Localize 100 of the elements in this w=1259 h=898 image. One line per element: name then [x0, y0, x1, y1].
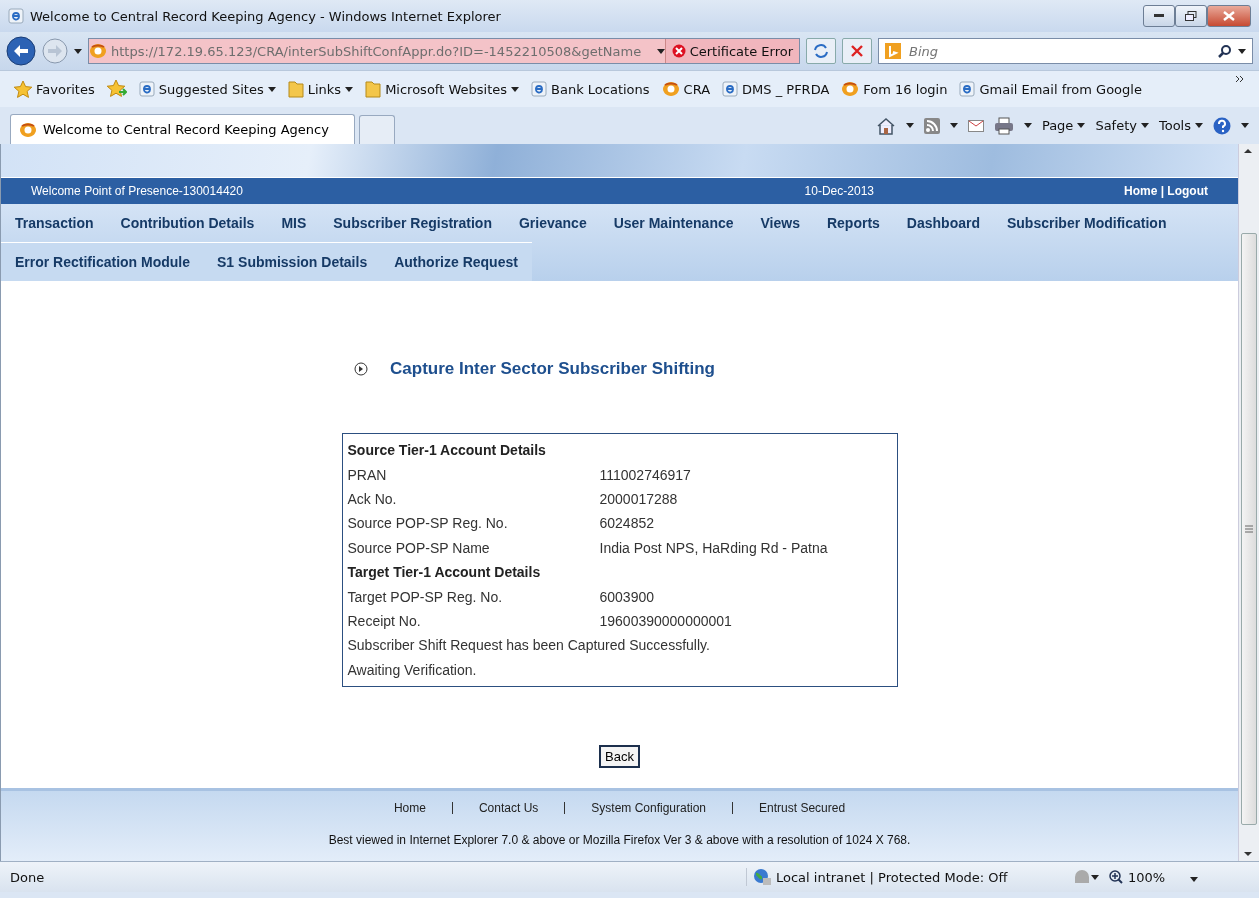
- menu-item[interactable]: Views: [760, 215, 800, 231]
- refresh-button[interactable]: [806, 38, 836, 64]
- command-menu[interactable]: Safety: [1095, 118, 1149, 133]
- bing-icon: [885, 43, 901, 59]
- search-input[interactable]: Bing: [907, 42, 1212, 60]
- home-icon[interactable]: [875, 116, 896, 135]
- menu-item[interactable]: User Maintenance: [613, 215, 734, 231]
- minimize-button[interactable]: [1143, 5, 1175, 27]
- zoom-icon: [1109, 870, 1123, 884]
- menu-item[interactable]: Contribution Details: [120, 215, 255, 231]
- favorites-link[interactable]: CRA: [661, 81, 711, 97]
- back-button[interactable]: Back: [599, 744, 640, 768]
- caret-icon[interactable]: [905, 123, 914, 128]
- printer-icon[interactable]: [993, 116, 1014, 135]
- window-title: Welcome to Central Record Keeping Agency - Windows Internet Explorer: [30, 8, 502, 24]
- menu-item[interactable]: Dashboard: [906, 215, 980, 231]
- favorites-link[interactable]: Favorites: [14, 80, 95, 98]
- caret-icon[interactable]: [511, 86, 519, 92]
- search-box[interactable]: Bing: [878, 38, 1253, 64]
- caret-icon[interactable]: [1140, 123, 1149, 128]
- caret-icon[interactable]: [656, 48, 665, 54]
- refresh-icon: [813, 44, 829, 58]
- menu-item[interactable]: Authorize Request: [394, 254, 518, 270]
- folder-icon: [365, 80, 382, 98]
- status-message: Awaiting Verification.: [347, 661, 477, 678]
- field-value: 6003900: [599, 588, 654, 605]
- restore-icon: [1185, 11, 1197, 21]
- ie-icon: [8, 8, 24, 24]
- menu-item[interactable]: Reports: [826, 215, 880, 231]
- stop-icon: [851, 45, 863, 57]
- field-label: Source POP-SP Reg. No.: [347, 515, 509, 532]
- mail-icon[interactable]: [967, 119, 984, 132]
- site-icon: [19, 121, 37, 138]
- caret-icon[interactable]: [1195, 123, 1203, 128]
- status-text: Done: [9, 869, 46, 885]
- caret-icon[interactable]: [1023, 123, 1032, 128]
- caret-icon[interactable]: [1077, 123, 1086, 128]
- favorites-link[interactable]: Suggested Sites: [138, 81, 276, 97]
- caret-icon[interactable]: [1091, 874, 1099, 880]
- feed-icon[interactable]: [923, 117, 940, 134]
- welcome-text: Welcome Point of Presence-130014420: [31, 184, 244, 198]
- caret-icon[interactable]: [949, 123, 958, 128]
- footer-link[interactable]: Entrust Secured: [759, 801, 846, 815]
- stop-button[interactable]: [842, 38, 872, 64]
- section-title: Target Tier-1 Account Details: [347, 564, 541, 581]
- site-icon: [661, 81, 680, 97]
- footer-link[interactable]: Home: [393, 801, 426, 815]
- ie-icon: [531, 81, 547, 97]
- footer-link[interactable]: System Configuration: [591, 801, 707, 815]
- add-favorite-icon[interactable]: [106, 80, 127, 98]
- field-value: 111002746917: [599, 466, 691, 483]
- close-button[interactable]: [1207, 5, 1251, 27]
- arrow-circle-icon: [354, 362, 368, 376]
- section-title: Source Tier-1 Account Details: [347, 442, 546, 459]
- star-icon: [14, 80, 32, 98]
- caret-icon[interactable]: [1190, 876, 1199, 882]
- field-value: 19600390000000001: [599, 612, 732, 629]
- status-message: Subscriber Shift Request has been Captured Successfully.: [347, 637, 710, 654]
- globe-icon: [753, 868, 771, 886]
- command-menu[interactable]: Page: [1041, 118, 1086, 133]
- favorites-link[interactable]: Fom 16 login: [841, 81, 948, 97]
- grip-icon: [1245, 525, 1253, 533]
- favorites-link[interactable]: DMS _ PFRDA: [722, 81, 830, 97]
- restore-button[interactable]: [1175, 5, 1207, 27]
- home-logout-links[interactable]: Home | Logout: [1124, 184, 1208, 198]
- menu-item[interactable]: Error Rectification Module: [15, 254, 191, 270]
- chevron-icon[interactable]: [1235, 75, 1245, 85]
- menu-item[interactable]: Subscriber Registration: [333, 215, 492, 231]
- site-icon: [841, 81, 860, 97]
- address-field[interactable]: https://172.19.65.123/CRA/interSubShiftConfAppr.do?ID=-1452210508&getName Certificate Error: [88, 38, 800, 64]
- zoom-control[interactable]: 100%: [1099, 869, 1259, 885]
- menu-item[interactable]: S1 Submission Details: [217, 254, 368, 270]
- date-text: 10-Dec-2013: [804, 184, 874, 198]
- caret-icon[interactable]: [74, 48, 82, 54]
- favorites-link[interactable]: Bank Locations: [531, 81, 650, 97]
- menu-item[interactable]: Grievance: [518, 215, 587, 231]
- browser-tab[interactable]: Welcome to Central Record Keeping Agency: [10, 114, 355, 144]
- menu-item[interactable]: Transaction: [15, 215, 94, 231]
- caret-icon[interactable]: [345, 86, 354, 92]
- favorites-link[interactable]: Microsoft Websites: [365, 80, 519, 98]
- caret-icon[interactable]: [267, 86, 276, 92]
- favorites-link[interactable]: Gmail Email from Google: [959, 81, 1142, 97]
- menu-item[interactable]: Subscriber Modification: [1007, 215, 1167, 231]
- caret-icon[interactable]: [1241, 123, 1249, 128]
- scrollbar[interactable]: [1238, 144, 1259, 861]
- search-icon[interactable]: [1218, 44, 1232, 58]
- certificate-error-button[interactable]: Certificate Error: [664, 39, 799, 63]
- ie-icon: [722, 81, 739, 97]
- field-label: Target POP-SP Reg. No.: [347, 588, 504, 605]
- field-label: PRAN: [347, 466, 388, 483]
- menu-item[interactable]: MIS: [281, 215, 307, 231]
- field-label: Source POP-SP Name: [347, 539, 491, 556]
- footer-link[interactable]: Contact Us: [478, 801, 539, 815]
- field-label: Ack No.: [347, 490, 398, 507]
- page-heading: Capture Inter Sector Subscriber Shifting: [390, 359, 715, 379]
- back-icon[interactable]: [6, 36, 36, 66]
- favorites-link[interactable]: Links: [287, 80, 354, 98]
- help-icon[interactable]: [1213, 116, 1231, 135]
- caret-icon[interactable]: [1238, 48, 1246, 54]
- command-menu[interactable]: Tools: [1158, 118, 1203, 133]
